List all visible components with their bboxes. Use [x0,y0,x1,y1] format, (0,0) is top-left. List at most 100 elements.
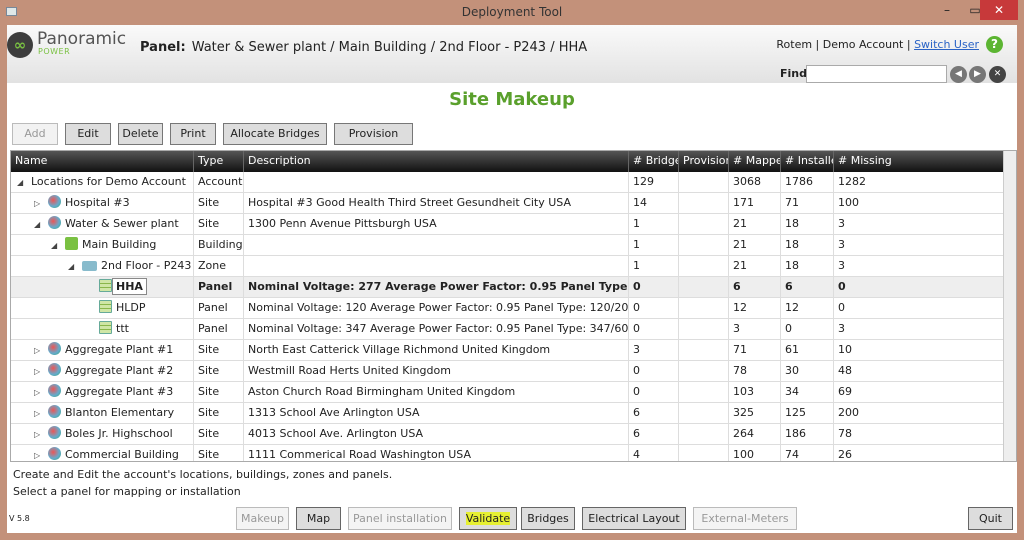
column-header[interactable]: Type [194,151,244,172]
table-row[interactable]: ▷ Commercial Building Site 1111 Commerical … [11,445,1004,461]
cell-installed: 74 [781,445,834,461]
row-name: 2nd Floor - P243 [101,259,192,272]
cell-type: Panel [194,298,244,318]
cell-mapped: 171 [729,193,781,213]
clear-find-icon[interactable]: ✕ [989,66,1006,83]
collapse-icon[interactable]: ◢ [68,257,82,276]
cell-desc: Westmill Road Herts United Kingdom [244,361,629,381]
panel-installation-button[interactable]: Panel installation [348,507,452,530]
table-row[interactable]: ▷ Hospital #3 Site Hospital #3 Good Health… [11,193,1004,214]
column-header[interactable]: # Missing [834,151,1004,172]
expand-icon[interactable]: ▷ [34,194,48,213]
switch-user-link[interactable]: Switch User [914,38,979,51]
collapse-icon[interactable]: ◢ [17,173,31,192]
close-button[interactable]: ✕ [980,0,1018,20]
cell-prov [679,172,729,192]
external-meters-button[interactable]: External-Meters [693,507,797,530]
table-row[interactable]: ▷ Blanton Elementary Site 1313 School Ave A… [11,403,1004,424]
globe-icon [48,342,61,355]
cell-desc: 1313 School Ave Arlington USA [244,403,629,423]
allocate-bridges-button[interactable]: Allocate Bridges [223,123,327,145]
cell-bridges: 0 [629,361,679,381]
table-row[interactable]: HLDP Panel Nominal Voltage: 120 Average Po… [11,298,1004,319]
cell-prov [679,298,729,318]
help-icon[interactable]: ? [986,36,1003,53]
cell-mapped: 100 [729,445,781,461]
cell-type: Panel [194,319,244,339]
cell-installed: 0 [781,319,834,339]
cell-installed: 1786 [781,172,834,192]
map-button[interactable]: Map [296,507,341,530]
column-header[interactable]: # Installed [781,151,834,172]
cell-prov [679,340,729,360]
cell-mapped: 3068 [729,172,781,192]
table-row[interactable]: ▷ Boles Jr. Highschool Site 4013 School Ave… [11,424,1004,445]
cell-type: Site [194,361,244,381]
cell-name: ▷ Commercial Building [11,445,194,461]
cell-prov [679,193,729,213]
table-row[interactable]: ◢ Locations for Demo Account Account 129 306… [11,172,1004,193]
cell-bridges: 0 [629,382,679,402]
row-name: HLDP [116,301,146,314]
bridges-button[interactable]: Bridges [521,507,575,530]
window-title: Deployment Tool [461,5,563,19]
validate-button[interactable]: Validate [459,507,517,530]
cell-prov [679,214,729,234]
table-row[interactable]: HHA Panel Nominal Voltage: 277 Average Pow… [11,277,1004,298]
expand-icon[interactable]: ▷ [34,341,48,360]
cell-name: HHA [11,277,194,297]
row-name: Main Building [82,238,157,251]
cell-type: Account [194,172,244,192]
column-header[interactable]: Provision [679,151,729,172]
table-row[interactable]: ▷ Aggregate Plant #1 Site North East Catter… [11,340,1004,361]
expand-icon[interactable]: ▷ [34,383,48,402]
cell-installed: 18 [781,214,834,234]
quit-button[interactable]: Quit [968,507,1013,530]
delete-button[interactable]: Delete [118,123,163,145]
column-header[interactable]: Description [244,151,629,172]
makeup-button[interactable]: Makeup [236,507,289,530]
provision-button[interactable]: Provision [334,123,413,145]
cell-name: ▷ Aggregate Plant #3 [11,382,194,402]
print-button[interactable]: Print [170,123,216,145]
add-button[interactable]: Add [12,123,58,145]
cell-bridges: 4 [629,445,679,461]
edit-button[interactable]: Edit [65,123,111,145]
column-header[interactable]: # Bridges [629,151,679,172]
row-name: Aggregate Plant #2 [65,364,174,377]
find-next-icon[interactable]: ▶ [969,66,986,83]
table-row[interactable]: ▷ Aggregate Plant #2 Site Westmill Road Her… [11,361,1004,382]
cell-desc: Hospital #3 Good Health Third Street Ges… [244,193,629,213]
vertical-scrollbar[interactable] [1003,151,1016,461]
minimize-button[interactable]: – [934,0,960,20]
cell-desc [244,256,629,276]
row-name: ttt [116,322,129,335]
table-row[interactable]: ◢ Water & Sewer plant Site 1300 Penn Avenue… [11,214,1004,235]
table-row[interactable]: ◢ 2nd Floor - P243 Zone 1 21 18 3 [11,256,1004,277]
find-input[interactable] [806,65,947,83]
panel-label: Panel: [140,40,186,55]
cell-desc: Aston Church Road Birmingham United King… [244,382,629,402]
expand-icon[interactable]: ▷ [34,446,48,461]
cell-bridges: 129 [629,172,679,192]
row-name: Boles Jr. Highschool [65,427,173,440]
cell-bridges: 6 [629,424,679,444]
help-line: Create and Edit the account's locations,… [13,468,393,481]
collapse-icon[interactable]: ◢ [51,236,65,255]
column-header[interactable]: # Mappec [729,151,781,172]
collapse-icon[interactable]: ◢ [34,215,48,234]
expand-icon[interactable]: ▷ [34,362,48,381]
table-row[interactable]: ttt Panel Nominal Voltage: 347 Average Pow… [11,319,1004,340]
cell-missing: 3 [834,256,1004,276]
electrical-layout-button[interactable]: Electrical Layout [582,507,686,530]
cell-name: ▷ Hospital #3 [11,193,194,213]
globe-icon [48,363,61,376]
table-row[interactable]: ◢ Main Building Building 1 21 18 3 [11,235,1004,256]
expand-icon[interactable]: ▷ [34,425,48,444]
find-previous-icon[interactable]: ◀ [950,66,967,83]
cell-name: ▷ Aggregate Plant #1 [11,340,194,360]
expand-icon[interactable]: ▷ [34,404,48,423]
cell-prov [679,319,729,339]
table-row[interactable]: ▷ Aggregate Plant #3 Site Aston Church Road… [11,382,1004,403]
column-header[interactable]: Name [11,151,194,172]
